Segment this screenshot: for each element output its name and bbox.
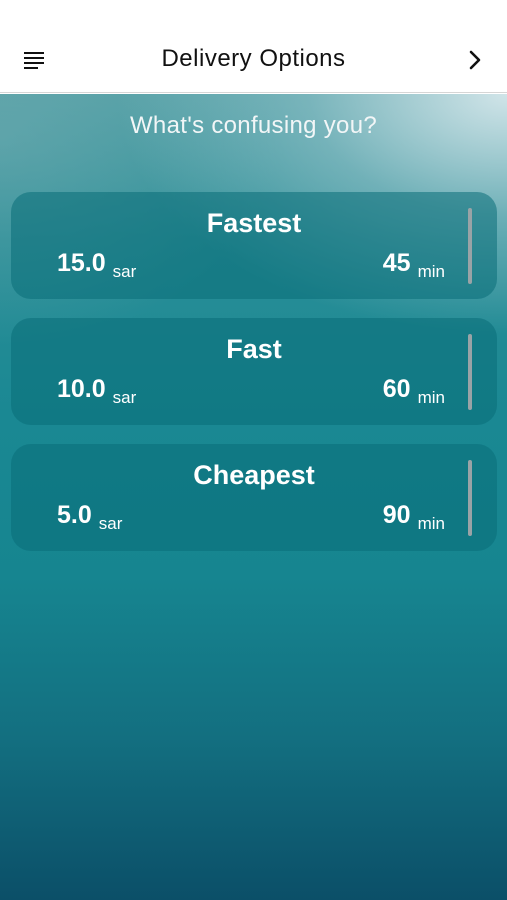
price-value: 15.0 <box>57 249 106 277</box>
navigation-bar: Delivery Options <box>0 0 507 93</box>
page-title: Delivery Options <box>161 45 346 72</box>
option-fast[interactable]: Fast 10.0 sar 60 min <box>11 318 497 425</box>
time-unit: min <box>417 262 445 281</box>
price-unit: sar <box>98 514 123 533</box>
time-value: 45 <box>382 249 411 277</box>
option-price: 15.0 sar <box>57 249 137 281</box>
option-time: 60 min <box>382 375 445 407</box>
option-name: Fast <box>226 334 282 364</box>
price-value: 10.0 <box>57 375 106 403</box>
option-cheapest[interactable]: Cheapest 5.0 sar 90 min <box>11 444 497 551</box>
price-unit: sar <box>112 388 137 407</box>
time-unit: min <box>417 388 445 407</box>
option-time: 90 min <box>382 501 445 533</box>
subtitle: What's confusing you? <box>129 112 377 139</box>
option-fastest[interactable]: Fastest 15.0 sar 45 min <box>11 192 497 299</box>
drag-handle[interactable] <box>468 460 472 536</box>
chevron-right-icon[interactable] <box>465 48 485 72</box>
option-name: Fastest <box>206 208 302 238</box>
option-price: 10.0 sar <box>57 375 137 407</box>
main-content: What's confusing you? Fastest 15.0 sar 45… <box>0 94 507 900</box>
time-value: 90 <box>382 501 411 529</box>
option-name: Cheapest <box>193 460 315 490</box>
option-price: 5.0 sar <box>57 501 123 533</box>
time-value: 60 <box>382 375 411 403</box>
time-unit: min <box>417 514 445 533</box>
drag-handle[interactable] <box>468 208 472 284</box>
price-value: 5.0 <box>57 501 92 529</box>
drag-handle[interactable] <box>468 334 472 410</box>
price-unit: sar <box>112 262 137 281</box>
option-time: 45 min <box>382 249 445 281</box>
